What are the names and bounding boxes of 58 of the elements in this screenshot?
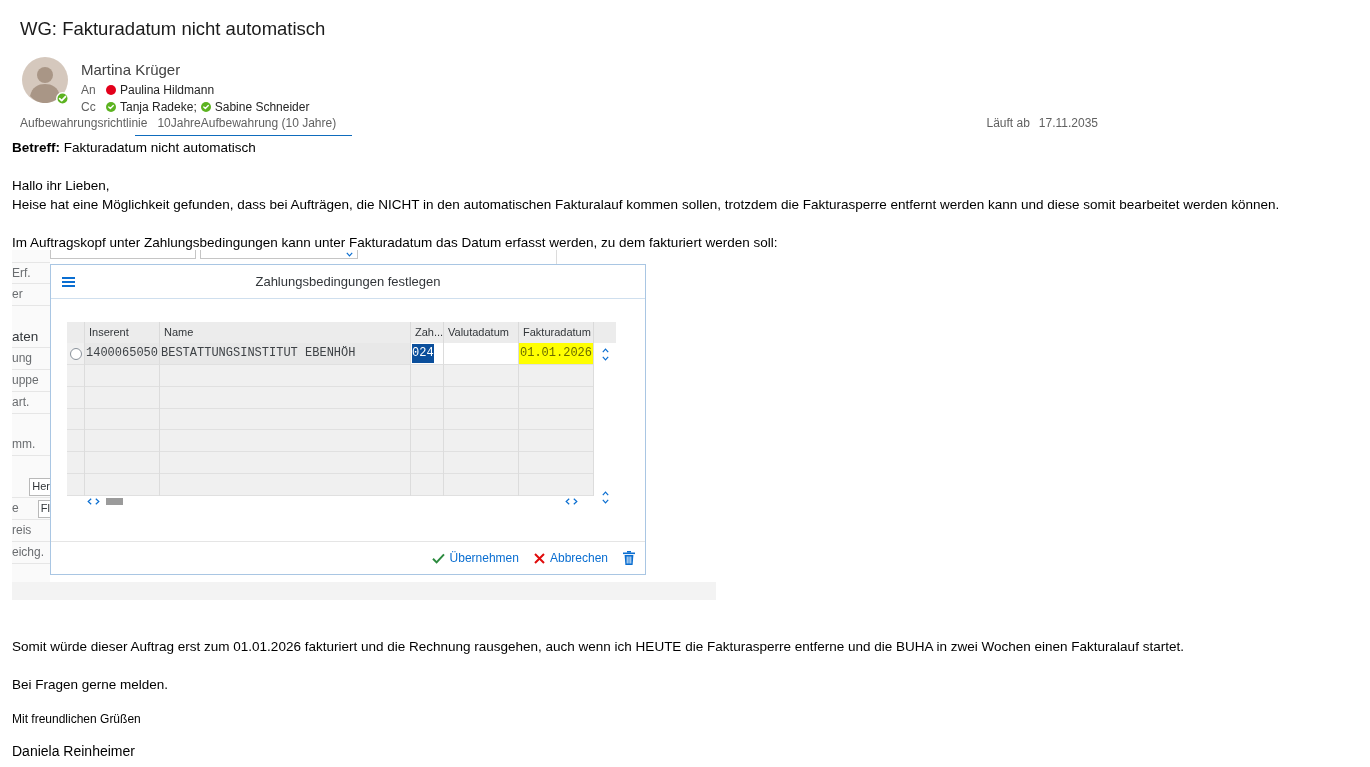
- signature-name: Daniela Reinheimer: [12, 743, 135, 759]
- table-cell: 1400065050: [85, 343, 160, 365]
- menu-icon[interactable]: [62, 276, 75, 287]
- recipient-name[interactable]: Paulina Hildmann: [120, 82, 215, 97]
- recipient-name[interactable]: Tanja Radeke;: [120, 99, 197, 114]
- chevron-down-icon: [601, 356, 609, 361]
- chevron-right-icon: [95, 497, 100, 505]
- chevron-left-icon: [565, 497, 570, 505]
- field-label: art.: [12, 394, 30, 411]
- table-cell: BESTATTUNGSINSTITUT EBENHÖH: [160, 343, 411, 365]
- retention-value: 10JahreAufbewahrung (10 Jahre): [157, 116, 337, 130]
- input-field[interactable]: Fl: [37, 499, 50, 518]
- field-label: uppe: [12, 372, 39, 389]
- body-text: Somit würde dieser Auftrag erst zum 01.01.2026 fakturiert und die Rechnung rausgehen, auch wenn ich HEUTE die Fakturasperre entferne und die BUHA in zwei Wochen einen Fakturalauf startet.: [12, 638, 1184, 656]
- sender-name[interactable]: Martina Krüger: [81, 59, 314, 81]
- field-label: Erf.: [12, 264, 31, 282]
- expiry-date: 17.11.2035: [1038, 116, 1098, 130]
- body-text: Betreff: Fakturadatum nicht automatisch: [12, 139, 257, 157]
- field-label: mm.: [12, 436, 36, 453]
- chevron-left-icon: [87, 497, 92, 505]
- input-field[interactable]: 01.01.2026: [519, 343, 594, 365]
- email-subject: WG: Fakturadatum nicht automatisch: [20, 17, 326, 41]
- field-label: eichg.: [12, 544, 45, 561]
- body-text: Hallo ihr Lieben,: [12, 177, 111, 195]
- avatar-icon: [22, 57, 68, 103]
- chevron-up-icon: [601, 348, 609, 353]
- to-label: An: [81, 82, 97, 97]
- cross-icon: [533, 552, 545, 564]
- chevron-down-icon: [346, 251, 353, 257]
- chevron-up-icon: [601, 491, 609, 496]
- closing-text: Mit freundlichen Grüßen: [12, 712, 141, 726]
- scrollbar-thumb: [106, 497, 123, 505]
- field-label: er: [12, 286, 23, 303]
- radio-button[interactable]: [70, 347, 82, 360]
- retention-label: Aufbewahrungsrichtlinie: [20, 116, 148, 130]
- section-heading: aten: [12, 328, 39, 346]
- cancel-button[interactable]: Abbrechen: [533, 551, 608, 565]
- input-field[interactable]: 024: [411, 343, 444, 365]
- field-label: ung: [12, 350, 33, 367]
- trash-icon[interactable]: [623, 551, 635, 565]
- body-text: Heise hat eine Möglichkeit gefunden, dass bei Aufträgen, die NICHT in den automatischen Fakturalauf kommen sollen, trotzdem die Fakturasperre entfernt werden kann und diese somit bearbeitet werden können.: [12, 196, 1280, 214]
- chevron-right-icon: [573, 497, 578, 505]
- field-label: reis: [12, 522, 32, 539]
- cc-label: Cc: [81, 99, 97, 114]
- body-text: Im Auftragskopf unter Zahlungsbedingungen kann unter Fakturadatum das Datum erfasst werden, zu dem fakturiert werden soll:: [12, 234, 779, 252]
- selected-text: 024: [412, 343, 434, 363]
- field-label: e: [12, 500, 19, 517]
- input-field[interactable]: [50, 250, 196, 259]
- expiry-label: Läuft ab: [986, 116, 1030, 130]
- checkmark-icon: [431, 552, 445, 564]
- recipient-name[interactable]: Sabine Schneider: [214, 99, 310, 114]
- dialog-title: Zahlungsbedingungen festlegen: [255, 273, 441, 291]
- input-field[interactable]: Her: [29, 477, 50, 496]
- input-field[interactable]: [444, 343, 519, 365]
- dropdown-field[interactable]: [200, 250, 358, 259]
- accept-button[interactable]: Übernehmen: [431, 551, 519, 565]
- chevron-down-icon: [601, 499, 609, 504]
- body-text: Bei Fragen gerne melden.: [12, 676, 170, 694]
